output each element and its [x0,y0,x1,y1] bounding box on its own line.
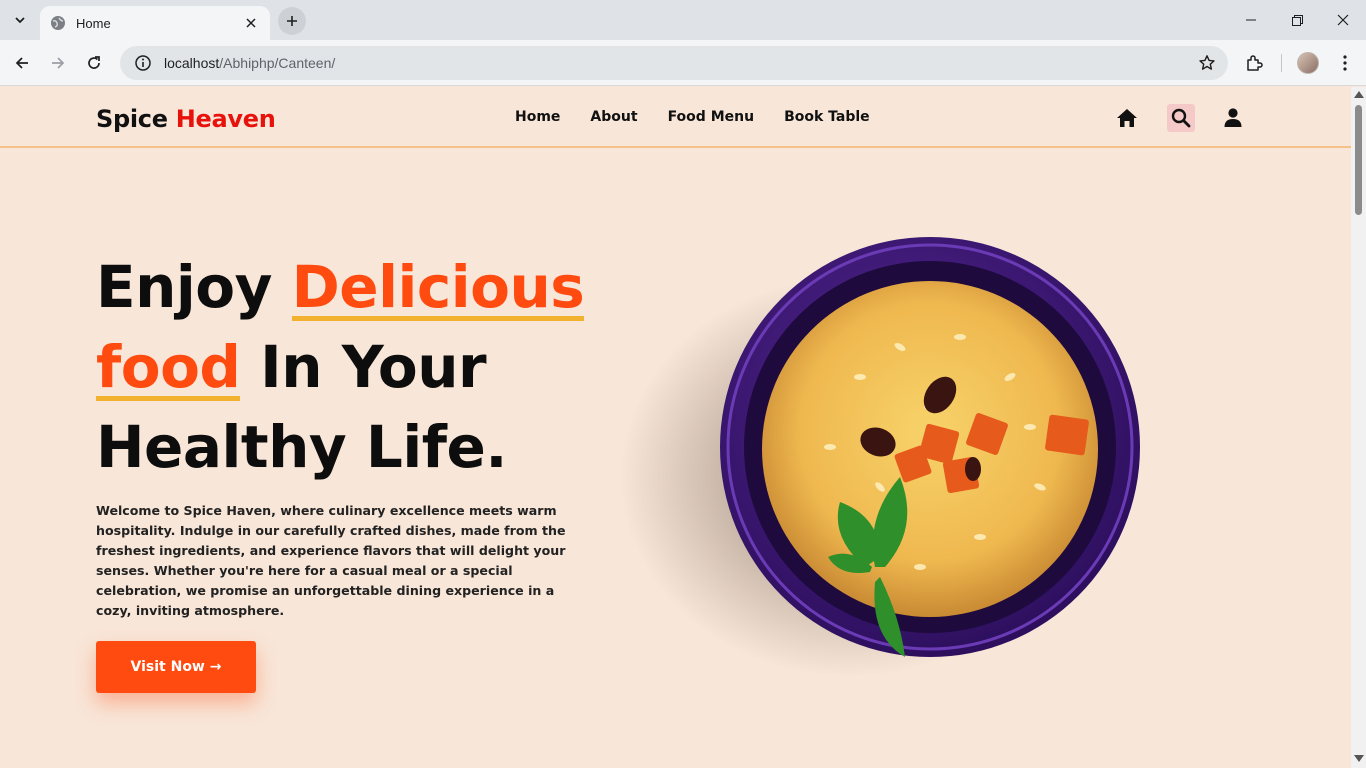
site-logo[interactable]: Spice Heaven [96,105,276,133]
url-host: localhost [164,55,220,71]
search-icon [1171,108,1191,128]
extensions-icon[interactable] [1243,52,1265,74]
new-tab-button[interactable] [278,7,306,35]
account-button[interactable] [1219,104,1247,132]
reload-icon [88,56,100,69]
toolbar-divider [1281,54,1282,72]
nav-about[interactable]: About [590,109,637,125]
address-bar[interactable]: localhost/Abhiphp/Canteen/ [120,46,1228,80]
tab-title: Home [76,15,111,31]
browser-tab-bar: Home [0,0,1366,40]
logo-accent-text: Heaven [175,105,276,133]
hero-title-line2: In Your [260,333,487,401]
hero-title-highlight: Delicious [291,253,585,321]
close-window-button[interactable] [1320,0,1366,40]
minimize-icon [1246,19,1256,21]
hero-description: Welcome to Spice Haven, where culinary e… [96,503,566,618]
main-nav: Home About Food Menu Book Table [515,109,870,125]
back-arrow-icon [15,57,28,69]
browser-menu-button[interactable] [1334,52,1356,74]
nav-home[interactable]: Home [515,109,560,125]
logo-text: Spice [96,105,168,133]
restore-icon [1291,14,1303,26]
url-text: localhost/Abhiphp/Canteen/ [164,55,335,71]
more-vertical-icon [1343,55,1347,71]
nav-food-menu[interactable]: Food Menu [668,109,755,125]
hero-title: Enjoy Delicious food In Your Healthy Lif… [96,247,585,487]
back-button[interactable] [8,49,36,77]
bookmark-star-icon[interactable] [1198,54,1216,72]
url-path: /Abhiphp/Canteen/ [219,55,336,71]
close-tab-icon[interactable] [242,14,260,32]
search-button[interactable] [1167,104,1195,132]
close-icon [1337,14,1349,26]
profile-avatar[interactable] [1297,52,1319,74]
scroll-down-arrow-icon[interactable] [1354,755,1364,762]
restore-button[interactable] [1274,0,1320,40]
web-page: Spice Heaven Home About Food Menu Book T… [0,87,1351,768]
hero-title-line3: Healthy Life. [96,413,507,481]
minimize-button[interactable] [1228,0,1274,40]
nav-book-table[interactable]: Book Table [784,109,870,125]
plus-icon [287,16,297,26]
home-icon [1117,109,1137,127]
chevron-down-icon [15,17,25,24]
page-scrollbar[interactable] [1351,87,1366,768]
hero-title-word: Enjoy [96,253,272,321]
visit-now-button[interactable]: Visit Now → [96,641,256,693]
scrollbar-thumb[interactable] [1355,105,1362,215]
scroll-up-arrow-icon[interactable] [1354,91,1364,98]
hero-title-highlight-food: food [96,333,241,401]
site-header: Spice Heaven Home About Food Menu Book T… [0,87,1351,148]
browser-toolbar: localhost/Abhiphp/Canteen/ [0,40,1366,86]
site-info-icon[interactable] [134,54,152,72]
globe-icon [51,16,65,30]
browser-tab[interactable]: Home [40,6,270,40]
forward-button[interactable] [44,49,72,77]
home-button[interactable] [1113,104,1141,132]
user-icon [1224,108,1242,127]
tab-search-button[interactable] [8,8,32,32]
forward-arrow-icon [52,57,65,69]
food-bowl-image [600,237,1160,697]
reload-button[interactable] [80,49,108,77]
